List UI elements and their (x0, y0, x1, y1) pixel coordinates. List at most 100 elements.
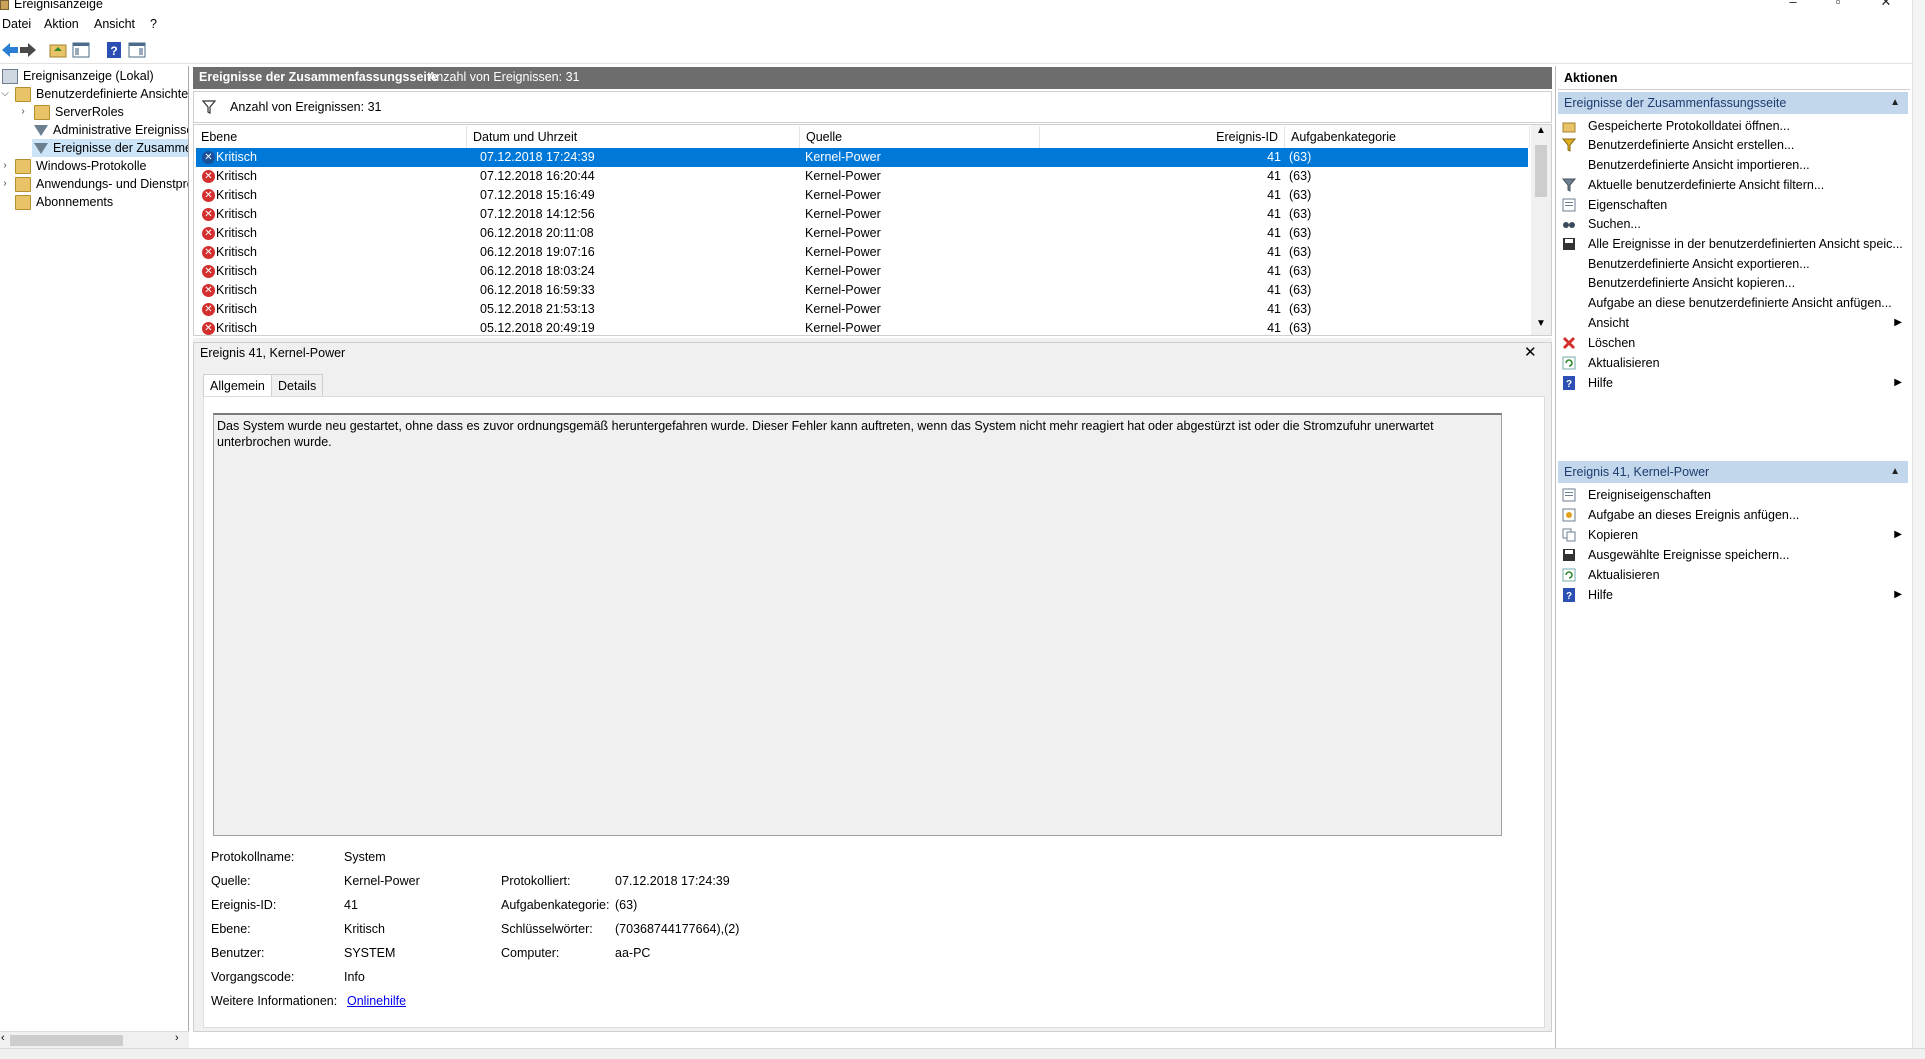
copy-icon (1562, 528, 1576, 542)
action-item[interactable]: Gespeicherte Protokolldatei öffnen... (1560, 116, 1908, 136)
action-item[interactable]: ? Hilfe ▶ (1560, 373, 1908, 393)
cell-ereignis-id: 41 (1267, 188, 1281, 202)
list-vertical-scrollbar[interactable]: ▲ ▼ (1531, 125, 1551, 335)
table-row[interactable]: ✕ Kritisch 06.12.2018 19:07:16 Kernel-Power… (196, 243, 1528, 262)
tree-label: Anwendungs- und Dienstprotokolle (36, 177, 188, 191)
tree-item-custom-views[interactable]: Benutzerdefinierte Ansichten (15, 85, 188, 103)
save-icon (1562, 548, 1576, 562)
submenu-arrow-icon: ▶ (1894, 529, 1902, 540)
scroll-down-icon[interactable]: ▼ (1536, 318, 1546, 329)
table-row[interactable]: ✕ Kritisch 07.12.2018 16:20:44 Kernel-Power… (196, 167, 1528, 186)
submenu-arrow-icon: ▶ (1894, 317, 1902, 328)
back-icon[interactable] (0, 40, 20, 60)
svg-text:?: ? (110, 44, 117, 58)
onlinehilfe-link[interactable]: Onlinehilfe (347, 994, 406, 1008)
expand-arrow-icon[interactable]: › (18, 103, 28, 121)
minimize-button[interactable]: – (1778, 0, 1808, 14)
action-item[interactable]: Aktualisieren (1560, 353, 1908, 373)
action-item[interactable]: Alle Ereignisse in der benutzerdefiniert… (1560, 234, 1908, 254)
tree-item-local[interactable]: Ereignisanzeige (Lokal) (2, 67, 154, 85)
action-item[interactable]: Benutzerdefinierte Ansicht kopieren... (1560, 273, 1908, 293)
column-header-ereignis-id[interactable]: Ereignis-ID (1040, 126, 1285, 148)
column-header-aufgabenkategorie[interactable]: Aufgabenkategorie (1285, 126, 1530, 148)
scroll-up-icon[interactable]: ▲ (1536, 125, 1546, 136)
action-item[interactable]: Aufgabe an diese benutzerdefinierte Ansi… (1560, 293, 1908, 313)
forward-icon[interactable] (18, 40, 38, 60)
table-row[interactable]: ✕ Kritisch 07.12.2018 15:16:49 Kernel-Power… (196, 186, 1528, 205)
cell-ebene: Kritisch (216, 321, 257, 335)
column-header-quelle[interactable]: Quelle (800, 126, 1040, 148)
action-item[interactable]: Eigenschaften (1560, 195, 1908, 215)
tab-details[interactable]: Details (271, 374, 324, 398)
table-row[interactable]: ✕ Kritisch 06.12.2018 18:03:24 Kernel-Power… (196, 262, 1528, 281)
open-folder-icon (1562, 119, 1576, 133)
scrollbar-thumb[interactable] (1535, 145, 1547, 197)
help-icon[interactable]: ? (104, 40, 124, 60)
table-row[interactable]: ✕ Kritisch 07.12.2018 14:12:56 Kernel-Power… (196, 205, 1528, 224)
tree-label: Windows-Protokolle (36, 159, 147, 173)
action-item[interactable]: Aufgabe an dieses Ereignis anfügen... (1560, 505, 1908, 525)
tree-horizontal-scrollbar[interactable]: ‹ › (0, 1031, 189, 1048)
table-row[interactable]: ✕ Kritisch 05.12.2018 20:49:19 Kernel-Power… (196, 319, 1528, 335)
critical-error-icon: ✕ (202, 151, 215, 164)
table-row[interactable]: ✕ Kritisch 07.12.2018 17:24:39 Kernel-Power… (196, 148, 1528, 167)
action-item[interactable]: Suchen... (1560, 214, 1908, 234)
action-item[interactable]: Ansicht ▶ (1560, 313, 1908, 333)
table-row[interactable]: ✕ Kritisch 05.12.2018 21:53:13 Kernel-Power… (196, 300, 1528, 319)
show-hide-tree-icon[interactable] (71, 40, 91, 60)
action-item[interactable]: Ausgewählte Ereignisse speichern... (1560, 545, 1908, 565)
scrollbar-thumb[interactable] (10, 1035, 123, 1046)
cell-ereignis-id: 41 (1267, 207, 1281, 221)
filter-bar: Anzahl von Ereignissen: 31 (193, 91, 1552, 123)
label-computer: Computer: (501, 946, 560, 960)
expand-arrow-icon[interactable]: › (0, 157, 10, 175)
menu-ansicht[interactable]: Ansicht (94, 17, 135, 31)
close-button[interactable]: ✕ (1871, 0, 1901, 14)
tree-item-admin-events[interactable]: Administrative Ereignisse (34, 121, 188, 139)
scroll-left-icon[interactable]: ‹ (1, 1032, 5, 1044)
event-description-box[interactable]: Das System wurde neu gestartet, ohne das… (213, 413, 1502, 836)
critical-error-icon: ✕ (202, 265, 215, 278)
cell-quelle: Kernel-Power (805, 321, 881, 335)
section-summary-events[interactable]: Ereignisse der Zusammenfassungsseite ▲ (1558, 92, 1908, 114)
action-item[interactable]: Löschen (1560, 333, 1908, 353)
help-icon: ? (1562, 376, 1576, 390)
critical-error-icon: ✕ (202, 170, 215, 183)
tab-allgemein[interactable]: Allgemein (203, 374, 272, 398)
folder-icon (15, 87, 31, 103)
column-header-ebene[interactable]: Ebene (195, 126, 467, 148)
menu-datei[interactable]: Datei (2, 17, 31, 31)
table-row[interactable]: ✕ Kritisch 06.12.2018 20:11:08 Kernel-Power… (196, 224, 1528, 243)
menu-help[interactable]: ? (150, 17, 157, 31)
action-item[interactable]: Kopieren ▶ (1560, 525, 1908, 545)
table-row[interactable]: ✕ Kritisch 06.12.2018 16:59:33 Kernel-Power… (196, 281, 1528, 300)
collapse-arrow-icon[interactable]: ⌵ (0, 85, 10, 103)
cell-aufgabenkategorie: (63) (1289, 264, 1312, 278)
maximize-button[interactable]: ▫ (1823, 0, 1853, 14)
action-item[interactable]: Aktuelle benutzerdefinierte Ansicht filt… (1560, 175, 1908, 195)
folder-icon (15, 195, 31, 211)
cell-ereignis-id: 41 (1267, 283, 1281, 297)
column-header-datum[interactable]: Datum und Uhrzeit (467, 126, 800, 148)
collapse-icon[interactable]: ▲ (1890, 461, 1900, 483)
scroll-right-icon[interactable]: › (175, 1032, 179, 1044)
tree-item-windows-logs[interactable]: Windows-Protokolle (15, 157, 146, 175)
tree-item-serverroles[interactable]: ServerRoles (34, 103, 124, 121)
action-item[interactable]: Ereigniseigenschaften (1560, 485, 1908, 505)
tree-item-subscriptions[interactable]: Abonnements (15, 193, 113, 211)
action-item[interactable]: Benutzerdefinierte Ansicht erstellen... (1560, 135, 1908, 155)
show-hide-action-pane-icon[interactable] (127, 40, 147, 60)
up-folder-icon[interactable] (48, 40, 68, 60)
tree-item-summary-events[interactable]: Ereignisse der Zusammenfassungsseite (32, 139, 188, 157)
section-event-41[interactable]: Ereignis 41, Kernel-Power ▲ (1558, 461, 1908, 483)
collapse-icon[interactable]: ▲ (1890, 92, 1900, 114)
tree-item-app-service-logs[interactable]: Anwendungs- und Dienstprotokolle (15, 175, 188, 193)
expand-arrow-icon[interactable]: › (0, 175, 10, 193)
action-item[interactable]: Benutzerdefinierte Ansicht importieren..… (1560, 155, 1908, 175)
action-item[interactable]: Benutzerdefinierte Ansicht exportieren..… (1560, 254, 1908, 274)
close-icon[interactable]: ✕ (1524, 343, 1537, 361)
view-header: Ereignisse der Zusammenfassungsseite Anz… (193, 67, 1552, 89)
action-item[interactable]: Aktualisieren (1560, 565, 1908, 585)
action-item[interactable]: ? Hilfe ▶ (1560, 585, 1908, 605)
menu-aktion[interactable]: Aktion (44, 17, 79, 31)
